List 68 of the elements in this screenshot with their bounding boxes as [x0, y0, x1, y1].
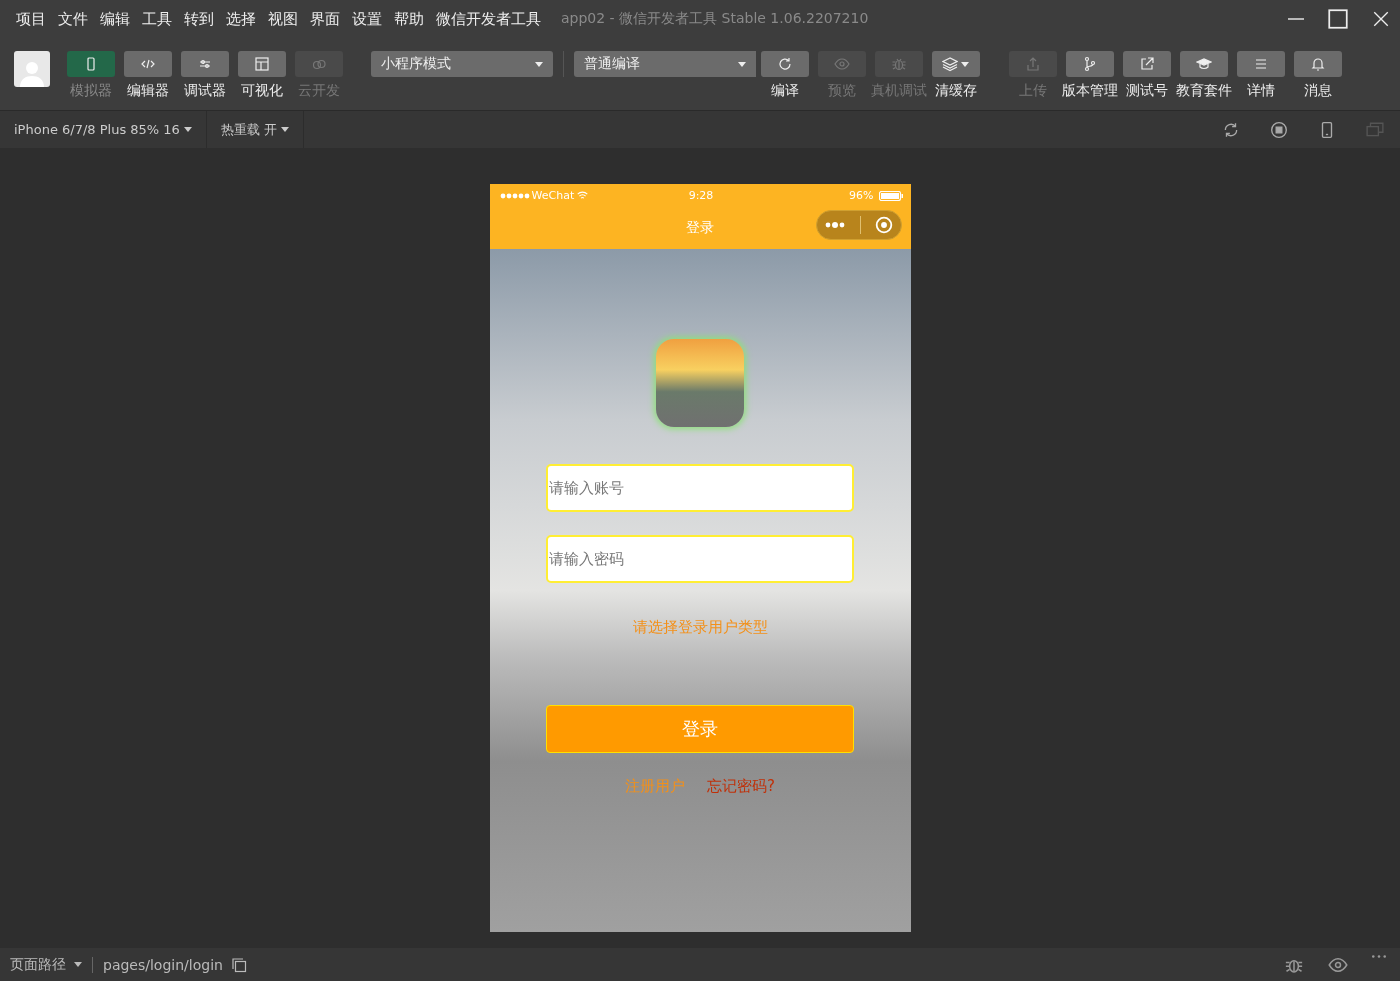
menu-item[interactable]: 文件 — [52, 9, 94, 29]
layers-icon — [942, 56, 958, 72]
caret-icon — [535, 61, 543, 67]
eye-icon — [833, 56, 850, 72]
toolbar-button[interactable]: 消息 — [1289, 51, 1346, 100]
external-link-icon — [1138, 56, 1155, 72]
toolbar-button[interactable]: 详情 — [1232, 51, 1289, 100]
caret-icon — [74, 962, 82, 967]
signal-dots-icon — [499, 191, 530, 200]
more-icon — [823, 220, 846, 230]
copy-button[interactable] — [230, 956, 247, 973]
device-dropdown[interactable]: iPhone 6/7/8 Plus 85% 16 — [0, 111, 207, 148]
target-icon — [875, 216, 894, 234]
stop-icon — [1270, 120, 1288, 139]
menu-item[interactable]: 转到 — [178, 9, 220, 29]
account-field[interactable]: 请输入账号 — [546, 464, 854, 512]
menu-item[interactable]: 项目 — [10, 9, 52, 29]
toolbar-button[interactable]: 清缓存 — [927, 51, 984, 100]
refresh-icon — [776, 56, 793, 72]
close-icon — [1372, 10, 1390, 28]
menu-item[interactable]: 设置 — [346, 9, 388, 29]
page-title: 登录 — [686, 219, 714, 237]
bell-icon — [1309, 56, 1326, 72]
maximize-icon — [1328, 9, 1348, 29]
minimize-icon — [1288, 18, 1304, 20]
menu-item[interactable]: 工具 — [136, 9, 178, 29]
hot-reload-dropdown[interactable]: 热重载 开 — [206, 111, 305, 148]
toolbar-button[interactable]: 编辑器 — [119, 51, 176, 100]
window-title: app02 - 微信开发者工具 Stable 1.06.2207210 — [561, 10, 869, 28]
menu-item[interactable]: 视图 — [262, 9, 304, 29]
menu-item[interactable]: 选择 — [220, 9, 262, 29]
page-path-text: pages/login/login — [103, 956, 223, 973]
battery-text: 96% — [849, 189, 874, 202]
wifi-icon — [576, 190, 590, 201]
password-field[interactable]: 请输入密码 — [546, 535, 854, 583]
capsule-menu[interactable] — [815, 210, 902, 240]
toolbar-button[interactable]: 可视化 — [233, 51, 290, 100]
copy-icon — [230, 956, 247, 973]
caret-icon — [961, 61, 969, 67]
toolbar-button[interactable]: 教育套件 — [1175, 51, 1232, 100]
toolbar-button[interactable]: 测试号 — [1118, 51, 1175, 100]
rotate-button[interactable] — [1222, 120, 1240, 139]
toolbar-button[interactable]: 版本管理 — [1061, 51, 1118, 100]
mode-dropdown[interactable]: 小程序模式 — [371, 51, 553, 77]
clock-text: 9:28 — [688, 189, 714, 202]
graduation-cap-icon — [1195, 56, 1212, 72]
carrier-text: WeChat — [531, 189, 575, 202]
page-path-dropdown[interactable]: 页面路径 — [10, 948, 82, 981]
menu-item[interactable]: 界面 — [304, 9, 346, 29]
rotate-icon — [1222, 120, 1240, 139]
caret-icon — [281, 127, 290, 132]
maximize-button[interactable] — [1328, 9, 1348, 29]
bug-icon — [890, 56, 907, 72]
battery-icon — [878, 190, 903, 201]
stop-button[interactable] — [1270, 120, 1288, 139]
menu-item[interactable]: 编辑 — [94, 9, 136, 29]
windows-icon — [1366, 120, 1384, 139]
upload-icon — [1024, 56, 1041, 72]
close-button[interactable] — [1372, 10, 1390, 28]
menu-item[interactable]: 微信开发者工具 — [430, 9, 547, 29]
toolbar-button[interactable]: 调试器 — [176, 51, 233, 100]
caret-icon — [738, 61, 746, 67]
more-icon — [1372, 954, 1386, 958]
caret-icon — [183, 127, 192, 132]
layout-icon — [253, 56, 270, 72]
menu-item[interactable]: 帮助 — [388, 9, 430, 29]
compile-dropdown[interactable]: 普通编译 — [574, 51, 756, 77]
toolbar-button[interactable]: 编译 — [756, 51, 813, 100]
